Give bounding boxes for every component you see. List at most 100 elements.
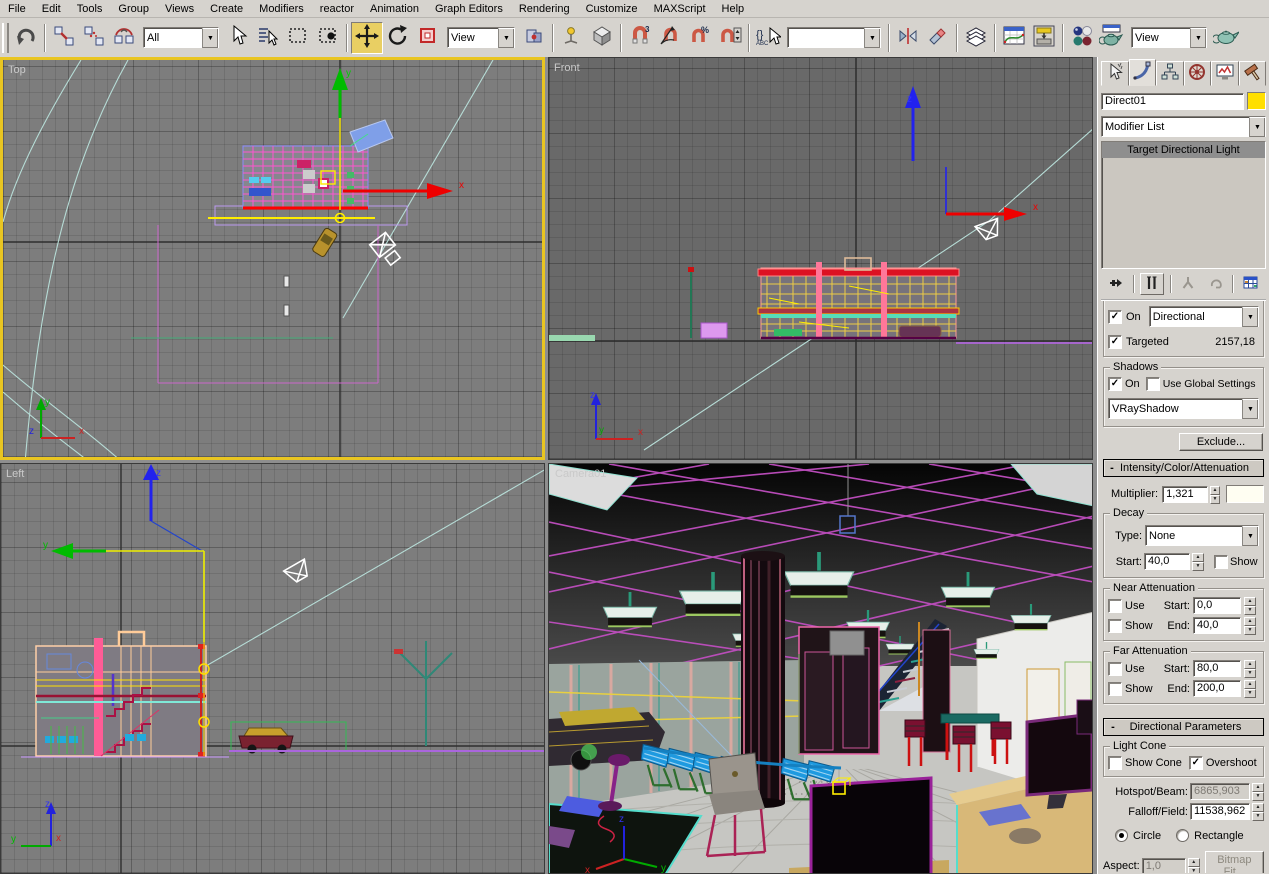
center-partition[interactable] <box>798 626 880 755</box>
align-button[interactable] <box>923 23 953 53</box>
select-object-button[interactable] <box>223 23 253 53</box>
named-selection-field[interactable]: ▼ <box>787 27 881 48</box>
snap-3d-button[interactable]: 3 <box>625 23 655 53</box>
small-building[interactable] <box>700 322 728 339</box>
manipulate-button[interactable] <box>557 23 587 53</box>
chevron-down-icon[interactable]: ▼ <box>1249 116 1265 137</box>
aspect-field[interactable]: 1,0 <box>1141 857 1186 873</box>
viewport-label-left[interactable]: Left <box>6 468 24 480</box>
multiplier-spinner[interactable]: ▲ ▼ <box>1209 485 1221 504</box>
show-end-result-button[interactable] <box>1140 273 1165 295</box>
targeted-checkbox[interactable]: ✓ <box>1108 335 1122 349</box>
light-type-dropdown[interactable]: Directional ▼ <box>1148 306 1259 327</box>
far-use-checkbox[interactable] <box>1108 661 1122 676</box>
top-viewport-canvas[interactable]: x y y x z Top <box>3 60 545 460</box>
make-unique-button[interactable] <box>1177 274 1199 294</box>
overshoot-checkbox[interactable]: ✓ <box>1188 756 1203 770</box>
select-by-name-button[interactable] <box>253 23 283 53</box>
far-show-checkbox[interactable] <box>1108 681 1122 696</box>
building-plan[interactable] <box>208 119 394 224</box>
remove-modifier-button[interactable] <box>1205 274 1227 294</box>
multiplier-field[interactable]: 1,321 <box>1162 485 1208 503</box>
menu-tools[interactable]: Tools <box>69 2 111 16</box>
decay-show-checkbox[interactable] <box>1214 554 1228 569</box>
street-lamp[interactable] <box>394 641 453 746</box>
chevron-down-icon[interactable]: ▼ <box>1242 398 1258 419</box>
viewport-left[interactable]: z y z y x Left <box>0 463 545 874</box>
undo-button[interactable] <box>11 23 41 53</box>
percent-snap-button[interactable]: % <box>685 23 715 53</box>
viewport-label-camera[interactable]: Camera01 <box>555 468 606 480</box>
render-type-dropdown[interactable]: View ▼ <box>1131 27 1207 48</box>
front-viewport-canvas[interactable]: z x z x y Front <box>549 58 1093 460</box>
tab-display[interactable] <box>1211 61 1239 86</box>
named-sets-button[interactable]: {} ABC <box>753 23 783 53</box>
viewport-top[interactable]: x y y x z Top <box>0 57 545 460</box>
tab-hierarchy[interactable] <box>1156 61 1184 86</box>
tab-create[interactable] <box>1101 61 1129 86</box>
use-global-settings-checkbox[interactable] <box>1145 377 1160 391</box>
menu-rendering[interactable]: Rendering <box>511 2 578 16</box>
spinner-snap-button[interactable] <box>715 23 745 53</box>
circle-radio[interactable] <box>1115 829 1128 842</box>
select-and-link-button[interactable] <box>49 23 79 53</box>
roof-canopy[interactable] <box>349 119 394 153</box>
light-gizmo[interactable] <box>973 217 1003 241</box>
near-start-field[interactable]: 0,0 <box>1193 597 1241 614</box>
light-on-checkbox[interactable]: ✓ <box>1108 309 1122 324</box>
window-crossing-button[interactable] <box>313 23 343 53</box>
schematic-view-button[interactable] <box>1029 23 1059 53</box>
car-side[interactable] <box>230 721 347 754</box>
move-button[interactable] <box>351 21 383 54</box>
tab-utilities[interactable] <box>1238 61 1266 86</box>
falloff-spinner[interactable]: ▲ ▼ <box>1252 803 1264 821</box>
render-scene-button[interactable] <box>1097 23 1127 53</box>
far-end-spinner[interactable]: ▲ ▼ <box>1244 680 1256 698</box>
menu-reactor[interactable]: reactor <box>312 2 362 16</box>
chevron-down-icon[interactable]: ▼ <box>498 27 514 48</box>
stack-item-target-directional-light[interactable]: Target Directional Light <box>1102 142 1265 158</box>
shadow-type-dropdown[interactable]: VRayShadow ▼ <box>1108 398 1259 419</box>
shadows-on-checkbox[interactable]: ✓ <box>1108 377 1122 391</box>
menu-animation[interactable]: Animation <box>362 2 427 16</box>
angle-snap-button[interactable] <box>655 23 685 53</box>
light-color-swatch[interactable] <box>1226 485 1265 503</box>
object-color-swatch[interactable] <box>1247 92 1266 110</box>
rect-region-button[interactable] <box>283 23 313 53</box>
rotate-button[interactable] <box>383 23 413 53</box>
center-monitor[interactable] <box>789 776 949 874</box>
menu-help[interactable]: Help <box>714 2 753 16</box>
menu-graph-editors[interactable]: Graph Editors <box>427 2 511 16</box>
pin-stack-button[interactable] <box>1105 274 1127 294</box>
aspect-spinner[interactable]: ▲ ▼ <box>1187 857 1200 873</box>
hotspot-field[interactable]: 6865,903 <box>1190 783 1250 800</box>
mirror-button[interactable] <box>893 23 923 53</box>
selection-filter-dropdown[interactable]: All ▼ <box>143 27 219 48</box>
menu-views[interactable]: Views <box>157 2 202 16</box>
show-cone-checkbox[interactable] <box>1108 756 1122 770</box>
menu-customize[interactable]: Customize <box>578 2 646 16</box>
far-start-spinner[interactable]: ▲ ▼ <box>1244 660 1256 678</box>
quick-render-button[interactable] <box>1211 23 1241 53</box>
object-name-field[interactable]: Direct01 <box>1101 92 1244 110</box>
camera-viewport-canvas[interactable]: x y z Camera01 <box>549 464 1093 874</box>
menu-modifiers[interactable]: Modifiers <box>251 2 312 16</box>
rollout-scroll-area[interactable]: Light Type ✓ On Directional▼ ✓ Targeted … <box>1101 301 1266 873</box>
pivot-center-button[interactable] <box>519 23 549 53</box>
menu-group[interactable]: Group <box>110 2 157 16</box>
hotspot-spinner[interactable]: ▲ ▼ <box>1252 783 1264 801</box>
curve-editor-button[interactable] <box>999 23 1029 53</box>
decay-start-spinner[interactable]: ▲ ▼ <box>1192 553 1204 571</box>
layer-manager-button[interactable] <box>961 23 991 53</box>
near-start-spinner[interactable]: ▲ ▼ <box>1244 597 1256 615</box>
near-show-checkbox[interactable] <box>1108 618 1122 633</box>
menu-maxscript[interactable]: MAXScript <box>646 2 714 16</box>
decay-start-field[interactable]: 40,0 <box>1144 553 1190 570</box>
modifier-stack[interactable]: Target Directional Light <box>1101 141 1266 269</box>
rollout-intensity[interactable]: - Intensity/Color/Attenuation <box>1103 459 1264 477</box>
bitmap-fit-button[interactable]: Bitmap Fit... <box>1204 851 1264 873</box>
exclude-button[interactable]: Exclude... <box>1179 433 1263 451</box>
far-start-field[interactable]: 80,0 <box>1193 660 1241 677</box>
building-front[interactable] <box>757 257 960 340</box>
keyboard-override-button[interactable] <box>587 23 617 53</box>
